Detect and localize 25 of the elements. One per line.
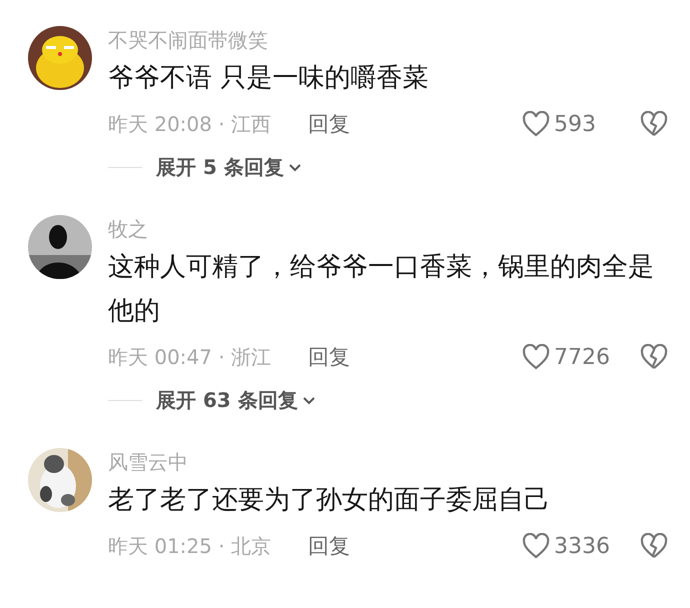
username: 牧之 [108, 216, 149, 243]
chevron-down-icon [302, 396, 316, 406]
comment-text: 爷爷不语 只是一味的嚼香菜 [108, 62, 430, 95]
dislike-button[interactable] [640, 533, 668, 559]
heart-icon [522, 533, 550, 559]
timestamp-location: 昨天 20:08 · 江西 [108, 110, 272, 138]
expand-replies-button[interactable]: 展开 5 条回复 [156, 154, 302, 181]
comment-text: 老了老了还要为了孙女的面子委屈自己 [108, 484, 551, 517]
heart-icon [522, 111, 550, 137]
comment-text: 这种人可精了，给爷爷一口香菜，锅里的肉全是他的 [108, 251, 655, 328]
reply-button[interactable]: 回复 [308, 343, 350, 371]
like-button[interactable]: 7726 [522, 344, 632, 370]
like-button[interactable]: 3336 [522, 533, 632, 559]
reply-button[interactable]: 回复 [308, 110, 350, 138]
heart-icon [522, 344, 550, 370]
username: 不哭不闹面带微笑 [108, 27, 269, 54]
timestamp-location: 昨天 00:47 · 浙江 [108, 344, 272, 370]
dislike-button[interactable] [640, 111, 668, 137]
like-button[interactable]: 593 [522, 111, 632, 137]
timestamp-location: 昨天 01:25 · 北京 [108, 532, 272, 560]
dislike-button[interactable] [640, 344, 668, 370]
chevron-down-icon [288, 162, 302, 172]
expand-replies-button[interactable]: 展开 63 条回复 [156, 387, 316, 414]
reply-button[interactable]: 回复 [308, 532, 350, 560]
username: 风雪云中 [108, 449, 189, 476]
